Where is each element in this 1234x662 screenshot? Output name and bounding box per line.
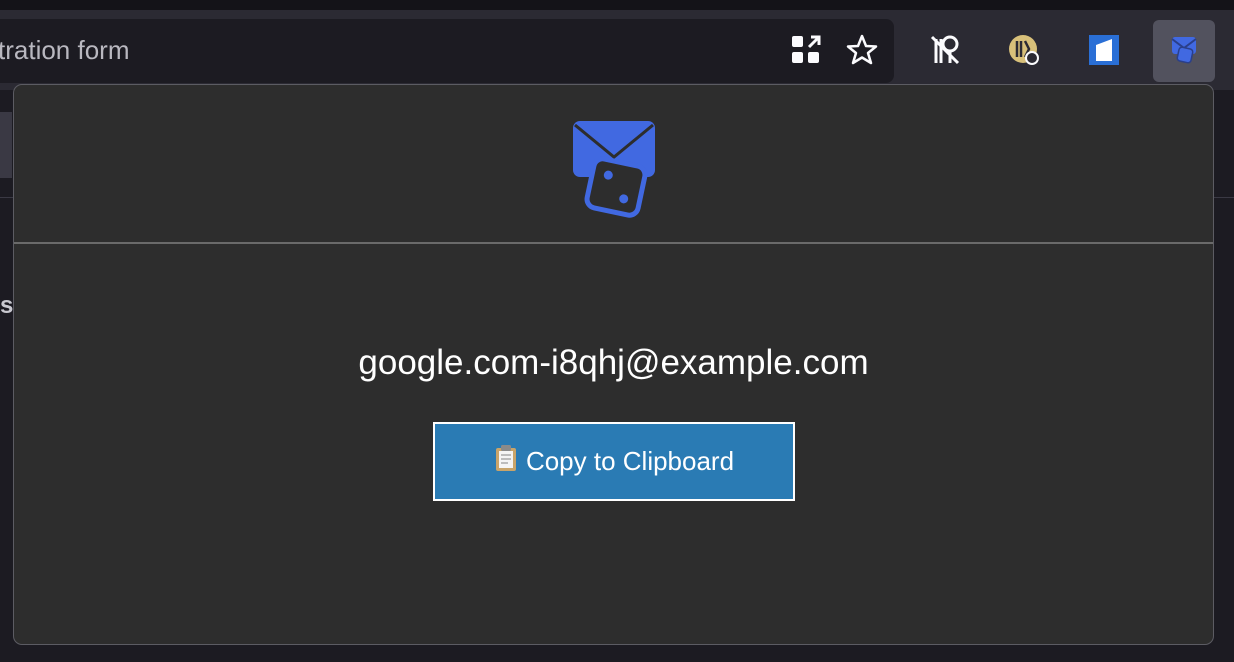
window-top-strip xyxy=(0,0,1234,10)
page-side-element xyxy=(0,112,12,178)
bookmark-star-icon[interactable] xyxy=(836,24,888,76)
clipboard-icon xyxy=(494,444,518,479)
password-manager-icon[interactable] xyxy=(918,24,970,76)
notion-icon[interactable] xyxy=(1078,24,1130,76)
keeper-icon[interactable] xyxy=(998,24,1050,76)
copy-to-clipboard-button[interactable]: Copy to Clipboard xyxy=(433,422,795,501)
envelope-dice-icon xyxy=(570,119,660,221)
url-bar[interactable] xyxy=(0,19,894,83)
popup-divider xyxy=(14,242,1213,244)
copy-button-label: Copy to Clipboard xyxy=(525,446,735,476)
email-dice-extension-icon[interactable] xyxy=(1153,20,1215,82)
extensions-grid-icon[interactable] xyxy=(780,24,832,76)
generated-email: google.com-i8qhj@example.com xyxy=(358,343,869,382)
extension-popup: google.com-i8qhj@example.com Copy to Cli… xyxy=(13,84,1214,645)
url-text[interactable]: tration form xyxy=(0,35,130,66)
page-partial-heading: s xyxy=(0,292,14,319)
